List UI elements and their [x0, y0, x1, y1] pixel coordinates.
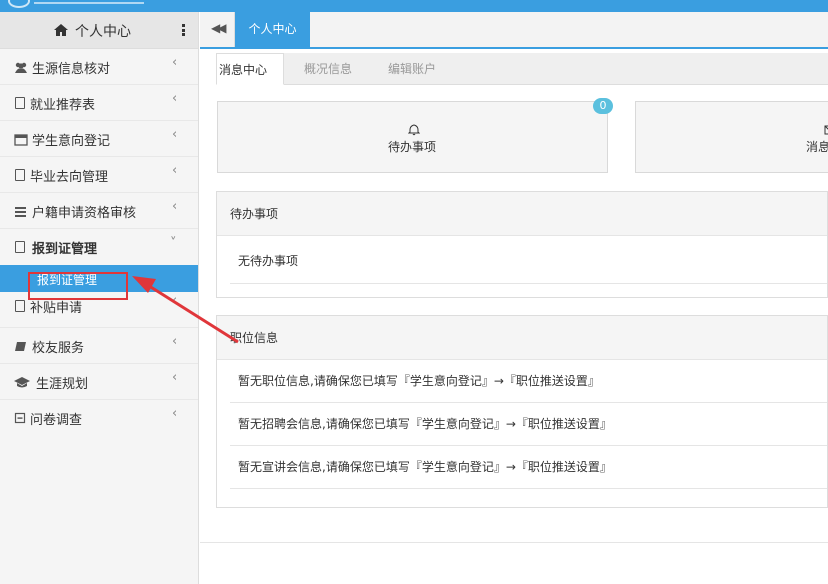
envelope-icon [824, 125, 828, 135]
chevron-left-icon: ‹ [172, 91, 178, 106]
job-info-panel: 职位信息 暂无职位信息,请确保您已填写『学生意向登记』→『职位推送设置』 暂无招… [216, 315, 828, 508]
sidebar-header: 个人中心 [0, 12, 198, 49]
tab-overview[interactable]: 概况信息 [304, 53, 352, 85]
sidebar-title: 个人中心 [75, 24, 131, 40]
sidebar-item-label: 生涯规划 [36, 377, 89, 392]
list-item: 暂无宣讲会信息,请确保您已填写『学生意向登记』→『职位推送设置』 [230, 446, 827, 489]
sidebar-item-label: 就业推荐表 [30, 98, 96, 113]
tab-strip: ◀◀ 个人中心 [200, 12, 828, 49]
sidebar-item-destination-manage[interactable]: 毕业去向管理 ‹ [0, 157, 198, 193]
logo [8, 0, 30, 8]
sidebar-item-recommend-form[interactable]: 就业推荐表 ‹ [0, 85, 198, 121]
sidebar-item-label: 学生意向登记 [32, 134, 111, 149]
chevron-down-icon: ˅ [170, 236, 177, 251]
list-item: 暂无职位信息,请确保您已填写『学生意向登记』→『职位推送设置』 [230, 360, 827, 403]
message-card[interactable]: 消息 [635, 101, 828, 173]
sidebar-item-label: 问卷调查 [30, 413, 83, 428]
sidebar-item-alumni[interactable]: 校友服务 ‹ [0, 328, 198, 364]
tab-scroll-left-button[interactable]: ◀◀ [200, 12, 235, 47]
chevron-left-icon: ‹ [172, 163, 178, 178]
sidebar-item-household-review[interactable]: 户籍申请资格审核 ‹ [0, 193, 198, 229]
tab-edit-account[interactable]: 编辑账户 [388, 53, 436, 85]
list-item: 无待办事项 [230, 236, 827, 284]
chevron-left-icon: ‹ [172, 55, 178, 70]
chevron-left-icon: ‹ [172, 293, 178, 308]
brand-text [34, 0, 144, 4]
document-icon [15, 169, 25, 181]
sidebar-item-intention-register[interactable]: 学生意向登记 ‹ [0, 121, 198, 157]
home-icon [54, 24, 68, 36]
document-icon [15, 97, 25, 109]
todo-card-label: 待办事项 [388, 140, 437, 154]
bell-icon [408, 124, 420, 136]
list-item: 暂无招聘会信息,请确保您已填写『学生意向登记』→『职位推送设置』 [230, 403, 827, 446]
sidebar-item-survey[interactable]: 问卷调查 ‹ [0, 400, 198, 436]
main-content: 消息中心 概况信息 编辑账户 待办事项 0 消息 待办事项 无待办事项 职位信息… [200, 49, 828, 584]
content-tabs: 消息中心 概况信息 编辑账户 [216, 53, 828, 85]
chevron-left-icon: ‹ [172, 370, 178, 385]
chevron-left-icon: ‹ [172, 406, 178, 421]
chevron-left-icon: ‹ [172, 127, 178, 142]
calendar-icon [14, 134, 28, 146]
chevron-left-icon: ‹ [172, 334, 178, 349]
users-icon [15, 62, 27, 73]
sidebar-item-label: 毕业去向管理 [30, 170, 109, 185]
double-chevron-left-icon: ◀◀ [211, 21, 227, 35]
sidebar-item-label: 报到证管理 [32, 242, 98, 257]
chevron-left-icon: ‹ [172, 199, 178, 214]
sidebar-item-report-cert[interactable]: 报到证管理 ˅ [0, 229, 198, 265]
todo-count-badge: 0 [593, 98, 613, 114]
tab-personal-center[interactable]: 个人中心 [235, 12, 310, 47]
top-header-bar [0, 0, 828, 12]
graduation-cap-icon [14, 377, 30, 388]
todo-panel-title: 待办事项 [217, 192, 827, 236]
sidebar-item-career[interactable]: 生涯规划 ‹ [0, 364, 198, 400]
sidebar-item-label: 户籍申请资格审核 [32, 206, 137, 221]
tab-message-center[interactable]: 消息中心 [216, 53, 285, 85]
sidebar-item-label: 校友服务 [32, 341, 85, 356]
minus-square-icon [14, 412, 26, 424]
message-card-label: 消息 [806, 140, 828, 154]
todo-card[interactable]: 待办事项 0 [217, 98, 613, 173]
book-icon [15, 342, 26, 351]
sidebar-item-source-info[interactable]: 生源信息核对 ‹ [0, 49, 198, 85]
list-icon [15, 207, 26, 217]
todo-panel: 待办事项 无待办事项 [216, 191, 828, 298]
document-icon [15, 300, 25, 312]
more-options-icon[interactable] [179, 23, 187, 39]
sidebar-item-label: 生源信息核对 [32, 62, 111, 77]
divider [200, 542, 828, 543]
job-panel-title: 职位信息 [217, 316, 827, 360]
annotation-highlight-box [28, 272, 128, 300]
document-icon [15, 241, 25, 253]
